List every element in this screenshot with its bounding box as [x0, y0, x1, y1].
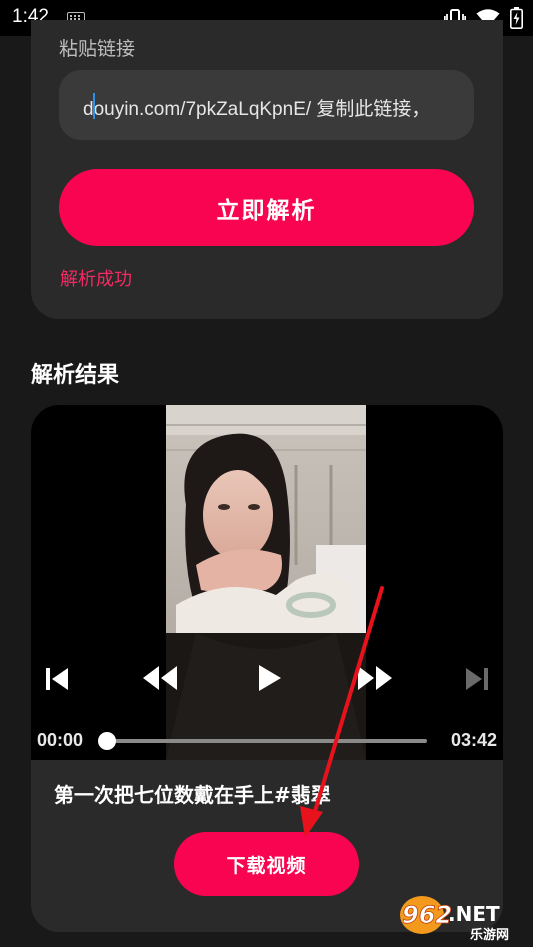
result-section-title: 解析结果 — [31, 363, 120, 388]
play-icon[interactable] — [255, 662, 283, 698]
battery-icon — [510, 7, 523, 33]
result-card: 00:00 03:42 第一次把七位数戴在手上#翡翠 下载视频 — [31, 405, 503, 932]
skip-previous-icon[interactable] — [43, 665, 71, 697]
link-input[interactable]: douyin.com/7pkZaLqKpnE/ 复制此链接， — [59, 70, 474, 140]
video-title: 第一次把七位数戴在手上#翡翠 — [54, 783, 331, 807]
fast-forward-icon[interactable] — [356, 663, 394, 697]
svg-text:.NET: .NET — [448, 902, 500, 926]
rewind-icon[interactable] — [141, 663, 179, 697]
watermark-logo: 962 .NET 乐游网 — [400, 896, 509, 943]
svg-text:乐游网: 乐游网 — [470, 927, 509, 943]
text-cursor — [93, 93, 95, 119]
video-player[interactable]: 00:00 03:42 — [31, 405, 503, 760]
seek-thumb[interactable] — [98, 732, 116, 750]
link-input-value[interactable]: douyin.com/7pkZaLqKpnE/ 复制此链接， — [83, 94, 430, 121]
skip-next-icon[interactable] — [463, 665, 491, 697]
parse-button[interactable]: 立即解析 — [59, 169, 474, 246]
download-video-button[interactable]: 下载视频 — [174, 832, 359, 896]
current-time: 00:00 — [37, 730, 84, 750]
svg-text:962: 962 — [402, 901, 452, 929]
parse-status-text: 解析成功 — [60, 269, 132, 290]
total-time: 03:42 — [450, 730, 497, 750]
seek-bar[interactable] — [107, 739, 427, 743]
paste-link-label: 粘贴链接 — [59, 38, 136, 60]
